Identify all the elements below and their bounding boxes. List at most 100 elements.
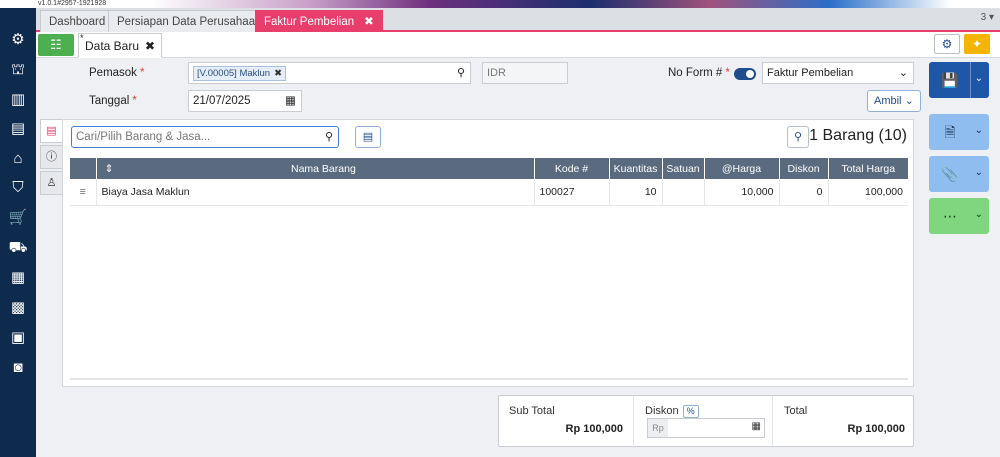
cell-harga: 10,000 — [704, 179, 780, 206]
tab-dashboard[interactable]: Dashboard — [40, 10, 115, 32]
pemasok-chip[interactable]: [V.00005] Maklun ✖ — [193, 66, 287, 81]
cell-total-harga: 100,000 — [828, 179, 908, 206]
pemasok-label: Pemasok * — [89, 67, 145, 79]
form-type-select[interactable]: Faktur Pembelian ⌄ — [762, 62, 914, 84]
chevron-down-icon: ⌄ — [898, 67, 908, 79]
find-item-button[interactable]: ⚲ — [787, 126, 809, 148]
unsaved-indicator: * — [80, 33, 84, 43]
chevron-down-icon: ⌄ — [974, 125, 983, 136]
detail-side-tabs: ▤ ⓘ ♙ — [40, 119, 62, 197]
warehouse-icon[interactable]: ▦ — [8, 268, 28, 288]
document-icon: ▤ — [362, 131, 374, 143]
total-label: Total — [784, 405, 808, 417]
tips-button[interactable]: ✦ — [964, 34, 990, 54]
sales-bag-icon[interactable]: ⛉ — [8, 178, 28, 198]
info-tab[interactable]: ⓘ — [40, 145, 62, 169]
tanggal-field[interactable]: 21/07/2025 ▦ — [188, 90, 302, 112]
sort-icon[interactable]: ⇕ — [105, 163, 114, 175]
search-icon[interactable]: ⚲ — [457, 63, 465, 83]
form-toolbar: ☷ * Data Baru ✖ ⚙ ✦ — [36, 32, 1000, 58]
currency-prefix: Rp — [648, 419, 668, 437]
cart-icon[interactable]: 🛒 — [8, 208, 28, 228]
save-button[interactable]: 💾 ⌄ — [929, 62, 989, 98]
cell-kuantitas: 10 — [609, 179, 663, 206]
list-view-button[interactable]: ☷ — [38, 34, 74, 56]
tab-bar: Dashboard Persiapan Data Perusahaan Fakt… — [36, 8, 1000, 32]
attachment-button[interactable]: 📎 ⌄ — [929, 156, 989, 192]
tab-faktur-pembelian[interactable]: Faktur Pembelian ✖ — [255, 10, 383, 32]
close-subtab-icon[interactable]: ✖ — [145, 39, 155, 53]
item-count: 1 Barang (10) — [809, 127, 907, 144]
column-diskon[interactable]: Diskon — [779, 158, 829, 179]
calculator-icon[interactable]: ▦ — [752, 421, 761, 432]
settings-button[interactable]: ⚙ — [934, 34, 960, 54]
column-nama-barang[interactable]: ⇕ Nama Barang — [96, 158, 535, 179]
column-kode[interactable]: Kode # — [534, 158, 610, 179]
subtotal-section: Sub Total Rp 100,000 — [499, 396, 634, 448]
total-value: Rp 100,000 — [847, 423, 905, 435]
no-form-label: No Form # * — [668, 67, 730, 79]
diskon-input[interactable]: Rp ▦ — [647, 418, 765, 438]
report-icon[interactable]: ▣ — [8, 328, 28, 348]
close-tab-icon[interactable]: ✖ — [364, 16, 374, 28]
subtotal-value: Rp 100,000 — [565, 423, 623, 435]
remove-chip-icon[interactable]: ✖ — [274, 68, 282, 79]
user-lock-icon: ♙ — [46, 177, 57, 189]
other-tab[interactable]: ♙ — [40, 171, 62, 195]
building-icon[interactable]: ▥ — [8, 90, 28, 110]
tanggal-label: Tanggal * — [89, 95, 137, 107]
asset-icon[interactable]: ⌂ — [8, 149, 28, 169]
tab-count[interactable]: 3 ▾ — [981, 12, 994, 23]
item-search-input[interactable]: Cari/Pilih Barang & Jasa... ⚲ — [71, 126, 339, 148]
production-icon[interactable]: ▩ — [8, 298, 28, 318]
column-kuantitas[interactable]: Kuantitas — [609, 158, 663, 179]
percent-toggle[interactable]: % — [682, 405, 699, 418]
column-total-harga[interactable]: Total Harga — [828, 158, 908, 179]
bank-icon[interactable]: ⛫ — [8, 60, 28, 80]
sidebar: ⚙ ⛫ ▥ ▤ ⌂ ⛉ 🛒 ⛟ ▦ ▩ ▣ ◙ — [0, 8, 36, 457]
currency-field: IDR — [482, 62, 568, 84]
auto-number-toggle[interactable] — [734, 68, 756, 80]
document-icon: 🗎 — [944, 124, 956, 140]
document-icon: ▤ — [46, 125, 57, 137]
document-actions-button[interactable]: 🗎 ⌄ — [929, 114, 989, 150]
search-icon: ⚲ — [793, 131, 803, 143]
ambil-button[interactable]: Ambil ⌄ — [867, 90, 921, 112]
table-header-row: ⇕ Nama Barang Kode # Kuantitas Satuan @Ha… — [70, 158, 908, 179]
top-banner: v1.0.1#2957-1921928 — [0, 0, 1000, 8]
purchase-cart-icon[interactable]: ⛟ — [8, 238, 28, 258]
items-panel: Cari/Pilih Barang & Jasa... ⚲ ▤ ⚲ 1 Bara… — [62, 119, 914, 387]
column-harga[interactable]: @Harga — [704, 158, 780, 179]
pemasok-field[interactable]: [V.00005] Maklun ✖ ⚲ — [188, 62, 471, 84]
totals-panel: Sub Total Rp 100,000 Diskon% Rp ▦ Total … — [498, 395, 914, 448]
calendar-icon[interactable]: ▦ — [285, 91, 296, 111]
table-bottom-scrollbar[interactable] — [70, 378, 908, 380]
cell-diskon: 0 — [779, 179, 829, 206]
drag-handle-icon[interactable]: ≡ — [70, 179, 97, 206]
items-tab[interactable]: ▤ — [40, 119, 62, 143]
chevron-down-icon[interactable]: ⌄ — [975, 73, 983, 84]
items-table: ⇕ Nama Barang Kode # Kuantitas Satuan @Ha… — [70, 158, 908, 206]
paperclip-icon: 📎 — [941, 166, 959, 182]
column-satuan[interactable]: Satuan — [662, 158, 705, 179]
drag-column-header — [70, 158, 97, 179]
save-icon: 💾 — [941, 72, 959, 88]
gear-icon: ⚙ — [941, 37, 953, 51]
table-row[interactable]: ≡ Biaya Jasa Maklun 100027 10 10,000 0 1… — [70, 179, 908, 206]
subtotal-label: Sub Total — [509, 405, 555, 417]
subtab-data-baru[interactable]: * Data Baru ✖ — [78, 33, 163, 58]
info-icon: ⓘ — [46, 151, 57, 163]
diskon-label: Diskon% — [645, 405, 699, 418]
document-settings-icon[interactable]: ◙ — [8, 358, 28, 378]
chevron-down-icon: ⌄ — [974, 167, 983, 178]
document-button[interactable]: ▤ — [355, 126, 381, 148]
settings-icon[interactable]: ⚙ — [8, 30, 28, 50]
search-icon[interactable]: ⚲ — [325, 127, 333, 147]
more-actions-button[interactable]: ⋯ ⌄ — [929, 198, 989, 234]
lightbulb-icon: ✦ — [971, 37, 983, 51]
ledger-icon[interactable]: ▤ — [8, 119, 28, 139]
version-text: v1.0.1#2957-1921928 — [38, 0, 107, 7]
tab-persiapan-data[interactable]: Persiapan Data Perusahaan — [108, 10, 271, 32]
banner-graphic — [150, 0, 950, 8]
chevron-down-icon: ⌄ — [974, 209, 983, 220]
